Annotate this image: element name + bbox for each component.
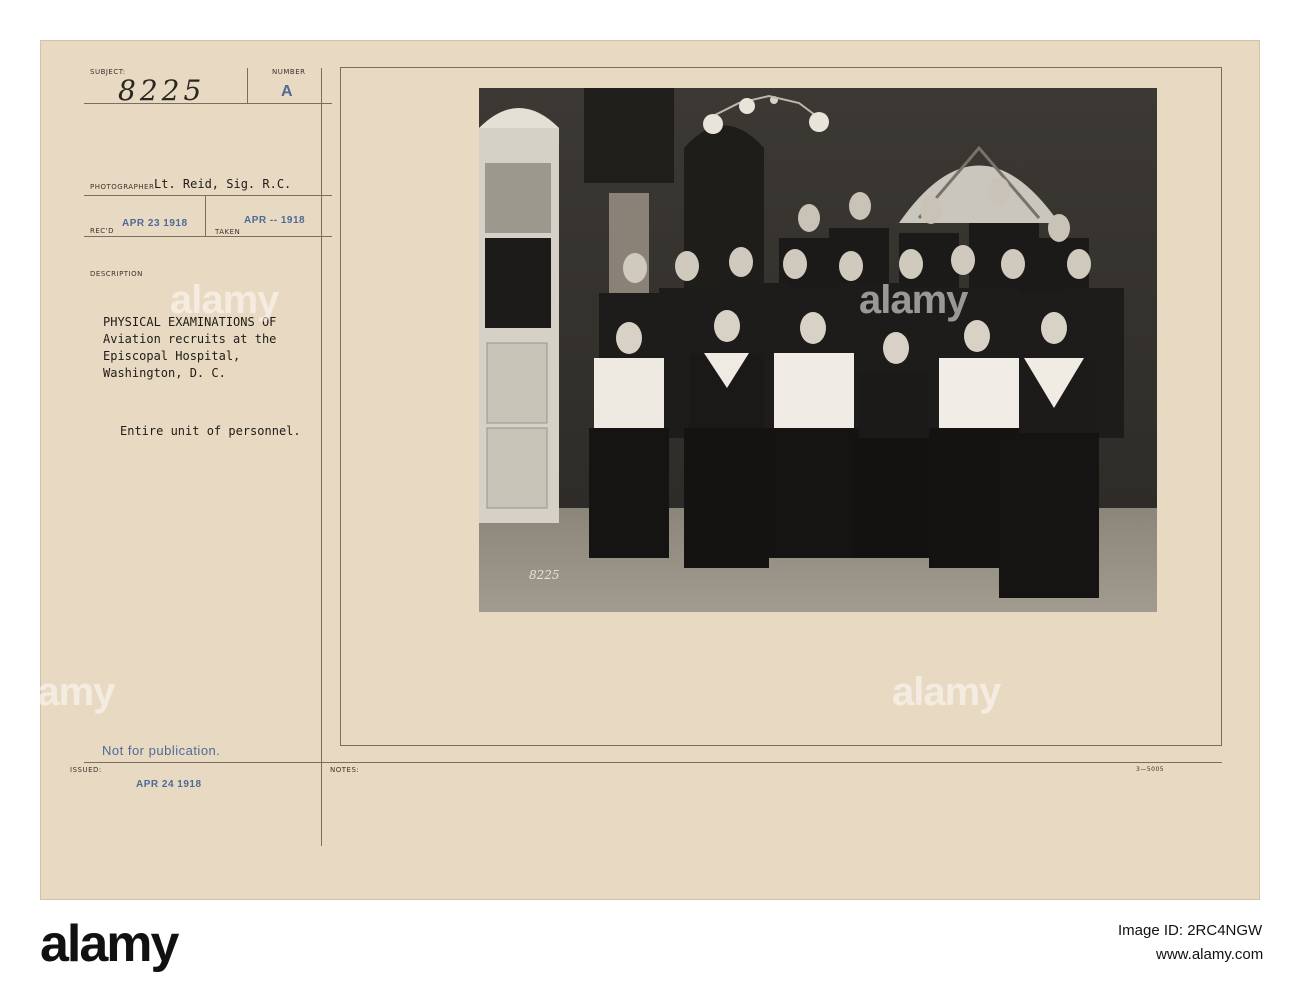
subject-number-handwritten: 8225 [118,74,206,107]
image-id: Image ID: 2RC4NGW [1118,922,1263,939]
description-label: DESCRIPTION [90,270,143,278]
description-line-3: Episcopal Hospital, [103,349,241,363]
number-value-stamp: A [281,83,294,100]
received-label: REC'D [90,227,114,235]
taken-label: TAKEN [215,228,241,236]
inner-frame-top [340,67,1222,68]
issued-label: ISSUED: [70,766,102,774]
watermark-right-bottom: alamy [892,670,1001,714]
footer-bar [0,900,1300,982]
website-link[interactable]: www.alamy.com [1156,946,1263,963]
taken-date-stamp: APR -- 1918 [244,215,306,226]
alamy-logo: alamy [40,915,179,973]
notes-label: NOTES: [330,766,360,774]
negative-number: 8225 [529,568,560,582]
subject-number-divider [247,68,248,104]
left-column-divider [321,68,322,846]
bottom-rule [84,762,1222,763]
photographer-underline [84,195,332,196]
description-line-2: Aviation recruits at the [103,332,277,346]
dates-divider [205,195,206,237]
group-photograph-scene [479,88,1157,612]
watermark-left-bottom: alamy [6,670,115,714]
photographer-value: Lt. Reid, Sig. R.C. [154,177,292,191]
dates-underline [84,236,332,237]
watermark-left-top: alamy [170,278,279,322]
form-number: 3—5005 [1136,766,1165,773]
group-photograph: 8225 alamy [479,88,1157,612]
photographer-label: PHOTOGRAPHER [90,183,155,191]
inner-frame-right [1221,67,1222,745]
inner-frame-left [340,67,341,745]
description-note: Entire unit of personnel. [120,424,301,438]
number-label: NUMBER [272,68,306,76]
received-date-stamp: APR 23 1918 [122,218,188,229]
description-line-4: Washington, D. C. [103,366,226,380]
inner-frame-bottom [340,745,1222,746]
not-for-publication-stamp: Not for publication. [102,743,221,758]
watermark-photo-top: alamy [859,278,968,322]
issued-date-stamp: APR 24 1918 [136,779,202,790]
